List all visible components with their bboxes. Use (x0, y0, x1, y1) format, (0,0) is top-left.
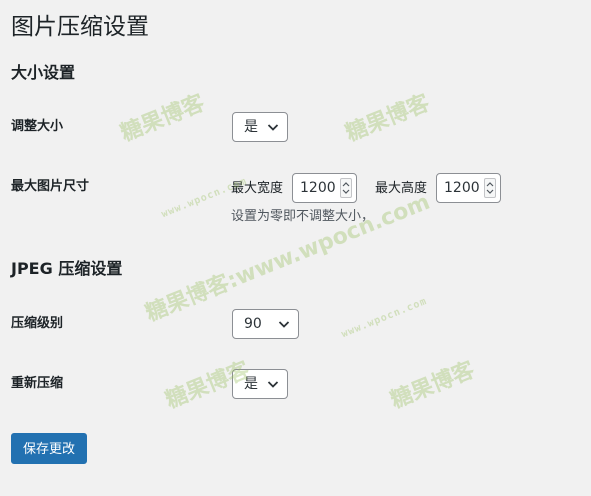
watermark-text: 糖果博客 (387, 357, 479, 414)
resize-label: 调整大小 (11, 119, 64, 134)
save-button[interactable]: 保存更改 (11, 433, 88, 464)
max-width-label: 最大宽度 (231, 181, 284, 196)
max-height-value: 1200 (444, 180, 480, 196)
max-size-label: 最大图片尺寸 (11, 179, 90, 194)
compression-level-select[interactable]: 90 (232, 309, 299, 339)
chevron-down-icon (267, 381, 279, 388)
watermark-text: 糖果博客 (342, 90, 434, 147)
page-title: 图片压缩设置 (11, 14, 149, 40)
chevron-down-icon (267, 124, 279, 131)
compression-level-label: 压缩级别 (11, 316, 64, 331)
resize-hint: 设置为零即不调整大小， (231, 209, 375, 224)
recompress-label: 重新压缩 (11, 376, 64, 391)
spinner-arrows-icon[interactable] (484, 178, 496, 198)
compression-level-value: 90 (244, 316, 262, 332)
recompress-select[interactable]: 是 (232, 369, 288, 399)
max-width-value: 1200 (300, 180, 336, 196)
max-height-input[interactable]: 1200 (436, 173, 501, 203)
watermark-url: www.wpocn.com (340, 295, 429, 341)
settings-page: 图片压缩设置 大小设置 调整大小 是 最大图片尺寸 最大宽度 1200 最大高度… (0, 0, 591, 496)
max-height-label: 最大高度 (375, 181, 428, 196)
recompress-select-value: 是 (244, 376, 258, 392)
resize-select-value: 是 (244, 119, 258, 135)
watermark-text: 糖果博客 (117, 90, 209, 147)
chevron-down-icon (278, 321, 290, 328)
spinner-arrows-icon[interactable] (340, 178, 352, 198)
jpeg-section-title: JPEG 压缩设置 (11, 259, 123, 278)
resize-select[interactable]: 是 (232, 112, 288, 142)
size-section-title: 大小设置 (11, 63, 76, 82)
watermark-text: 糖果博客:www.wpocn.com (142, 189, 434, 327)
max-width-input[interactable]: 1200 (292, 173, 357, 203)
